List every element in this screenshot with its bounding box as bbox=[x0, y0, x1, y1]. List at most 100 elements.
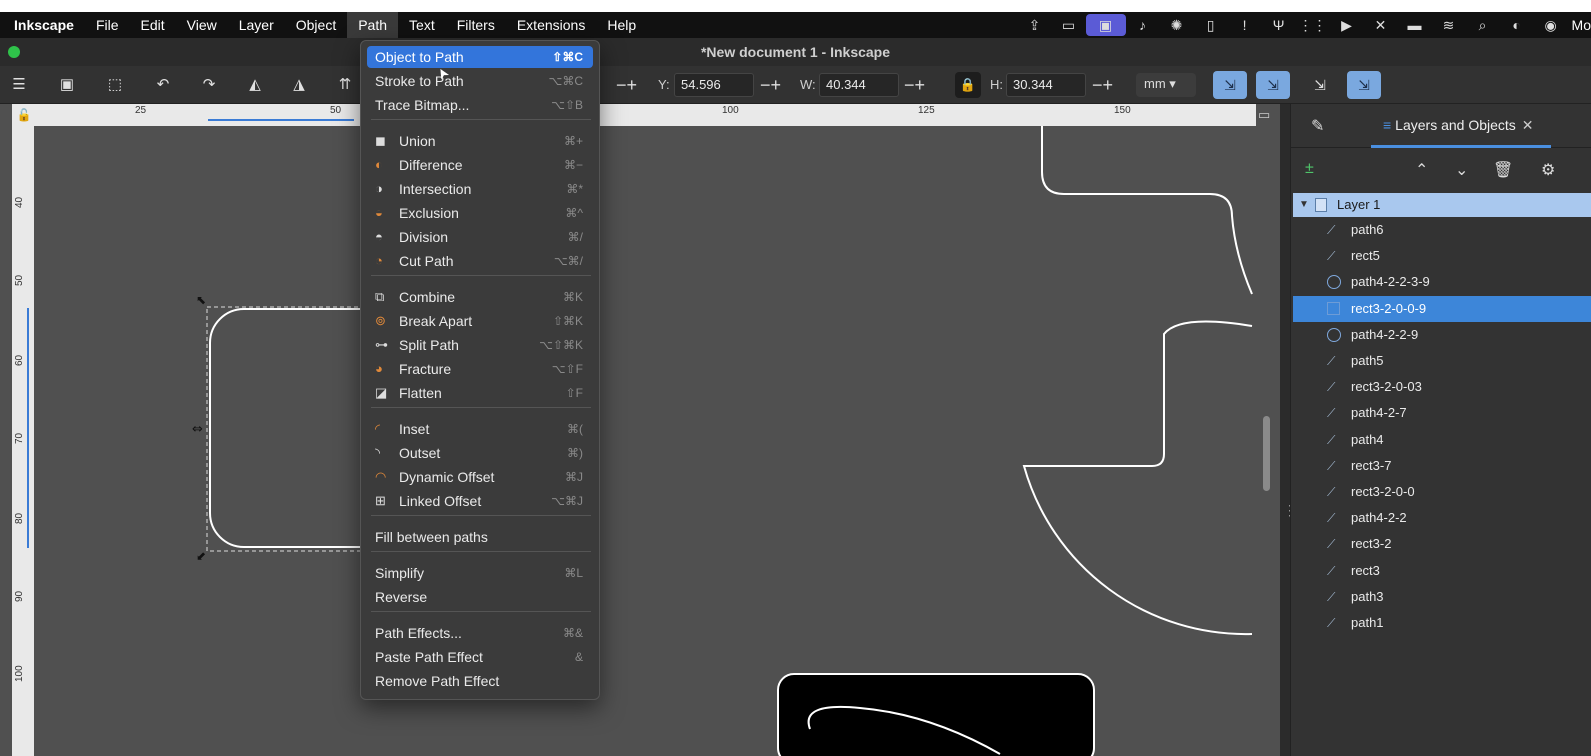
grid-icon[interactable]: ⋮⋮ bbox=[1296, 12, 1330, 38]
object-row[interactable]: path4-2-2-9 bbox=[1293, 322, 1591, 348]
flip-vertical-icon[interactable]: ◮ bbox=[288, 74, 310, 96]
unit-select[interactable]: mm ▾ bbox=[1136, 73, 1196, 97]
menu-item[interactable]: Stroke to Path ⌥⌘C bbox=[367, 70, 593, 92]
usb-icon[interactable]: Ψ bbox=[1262, 12, 1296, 38]
menu-item[interactable]: ◒ Exclusion ⌘^ bbox=[367, 202, 593, 224]
menu-item[interactable]: ◠ Dynamic Offset ⌘J bbox=[367, 466, 593, 488]
menu-item[interactable]: ◪ Flatten ⇧F bbox=[367, 382, 593, 404]
menu-help[interactable]: Help bbox=[596, 12, 647, 38]
menu-extensions[interactable]: Extensions bbox=[506, 12, 596, 38]
menu-item[interactable]: ◝ Outset ⌘) bbox=[367, 442, 593, 464]
raise-icon[interactable]: ⇈ bbox=[334, 74, 356, 96]
w-stepper[interactable]: −+ bbox=[904, 75, 925, 95]
search-icon[interactable]: ⌕ bbox=[1466, 12, 1500, 38]
menu-path[interactable]: Path bbox=[347, 12, 399, 38]
horizontal-ruler[interactable]: 25 50 100 125 150 bbox=[36, 104, 1256, 126]
menu-item[interactable]: ◜ Inset ⌘( bbox=[367, 418, 593, 440]
menu-item[interactable]: ◑ Intersection ⌘* bbox=[367, 178, 593, 200]
scrollbar-thumb[interactable] bbox=[1263, 416, 1270, 491]
alert-icon[interactable]: ! bbox=[1228, 12, 1262, 38]
menu-layer[interactable]: Layer bbox=[228, 12, 285, 38]
clipboard-icon[interactable]: ▯ bbox=[1194, 12, 1228, 38]
scale-handle-bottom-left[interactable]: ⬋ bbox=[196, 549, 206, 563]
scale-handle-top-left[interactable]: ⬉ bbox=[196, 293, 206, 307]
path5-shape[interactable] bbox=[1022, 320, 1253, 636]
vertical-ruler[interactable]: 40 50 60 70 80 90 100 bbox=[12, 126, 34, 756]
menu-item[interactable]: Fill between paths bbox=[367, 526, 593, 548]
object-row[interactable]: rect3-2-0-0-9 bbox=[1293, 295, 1591, 322]
rotate-cw-icon[interactable]: ↷ bbox=[198, 74, 220, 96]
battery-icon[interactable]: ▬ bbox=[1398, 12, 1432, 38]
h-stepper[interactable]: −+ bbox=[1092, 75, 1113, 95]
menu-file[interactable]: File bbox=[85, 12, 130, 38]
scale-corners-icon[interactable]: ⇲ bbox=[1256, 71, 1290, 99]
object-row[interactable]: ⟋ path4-2-7 bbox=[1293, 400, 1591, 426]
object-row[interactable]: ⟋ rect3 bbox=[1293, 558, 1591, 584]
delete-icon[interactable]: 🗑 bbox=[1493, 160, 1513, 180]
play-icon[interactable]: ▶ bbox=[1330, 12, 1364, 38]
chatgpt-icon[interactable]: ✺ bbox=[1160, 12, 1194, 38]
move-down-icon[interactable]: ⌄ bbox=[1455, 160, 1468, 180]
upload-icon[interactable]: ⇪ bbox=[1018, 12, 1052, 38]
menu-item[interactable]: ⧉ Combine ⌘K bbox=[367, 286, 593, 308]
settings-gear-icon[interactable]: ⚙ bbox=[1541, 160, 1555, 180]
menu-item[interactable]: ◼ Union ⌘+ bbox=[367, 130, 593, 152]
menu-edit[interactable]: Edit bbox=[130, 12, 176, 38]
scale-stroke-icon[interactable]: ⇲ bbox=[1213, 71, 1247, 99]
object-row[interactable]: path4-2-2-3-9 bbox=[1293, 269, 1591, 295]
tab-layers-and-objects[interactable]: ≡ Layers and Objects ✕ bbox=[1371, 104, 1551, 148]
object-row[interactable]: ⟋ rect3-2-0-0 bbox=[1293, 479, 1591, 505]
object-row[interactable]: ⟋ rect3-2 bbox=[1293, 531, 1591, 557]
menu-item[interactable]: ◓ Division ⌘/ bbox=[367, 226, 593, 248]
lock-ratio-icon[interactable]: 🔒 bbox=[955, 72, 981, 98]
mute-icon[interactable]: ✕ bbox=[1364, 12, 1398, 38]
screen-share-icon[interactable]: ▣ bbox=[1085, 14, 1126, 36]
fill-stroke-tab-icon[interactable]: ✎ bbox=[1311, 116, 1324, 136]
panel-splitter[interactable]: ⋮ bbox=[1280, 104, 1297, 756]
menu-item[interactable]: ◔ Cut Path ⌥⌘/ bbox=[367, 250, 593, 272]
select-all-icon[interactable]: ☰ bbox=[8, 74, 30, 96]
select-same-icon[interactable]: ▣ bbox=[56, 74, 78, 96]
expand-triangle-icon[interactable]: ▼ bbox=[1299, 193, 1309, 217]
menu-clock[interactable]: Mo bbox=[1568, 17, 1591, 33]
menu-item[interactable]: ⊶ Split Path ⌥⇧⌘K bbox=[367, 334, 593, 356]
wifi-icon[interactable]: ≋ bbox=[1432, 12, 1466, 38]
layer-row[interactable]: ▼ Layer 1 bbox=[1293, 193, 1591, 217]
control-center-icon[interactable]: ◐ bbox=[1500, 12, 1534, 38]
object-row[interactable]: ⟋ path3 bbox=[1293, 584, 1591, 610]
y-field[interactable]: 54.596 bbox=[674, 73, 754, 97]
menu-item[interactable]: Object to Path ⇧⌘C bbox=[367, 46, 593, 68]
add-layer-icon[interactable]: ± bbox=[1305, 160, 1314, 178]
object-row[interactable]: ⟋ path4 bbox=[1293, 427, 1591, 453]
menu-item[interactable]: ◐ Difference ⌘− bbox=[367, 154, 593, 176]
close-tab-icon[interactable]: ✕ bbox=[1522, 117, 1534, 133]
command-palette-icon[interactable]: ▭ bbox=[1258, 107, 1278, 123]
move-up-icon[interactable]: ⌃ bbox=[1415, 160, 1428, 180]
siri-icon[interactable]: ◉ bbox=[1534, 12, 1568, 38]
h-field[interactable]: 30.344 bbox=[1006, 73, 1086, 97]
object-row[interactable]: ⟋ path5 bbox=[1293, 348, 1591, 374]
menu-item[interactable]: Simplify ⌘L bbox=[367, 562, 593, 584]
ruler-lock-icon[interactable]: 🔓 bbox=[12, 104, 36, 126]
object-row[interactable]: ⟋ path6 bbox=[1293, 217, 1591, 243]
vertical-scrollbar[interactable] bbox=[1256, 126, 1280, 756]
move-patterns-icon[interactable]: ⇲ bbox=[1347, 71, 1381, 99]
menu-item[interactable]: Path Effects... ⌘& bbox=[367, 622, 593, 644]
object-row[interactable]: ⟋ rect5 bbox=[1293, 243, 1591, 269]
menu-item[interactable]: Remove Path Effect bbox=[367, 670, 593, 692]
object-row[interactable]: ⟋ rect3-2-0-03 bbox=[1293, 374, 1591, 400]
object-row[interactable]: ⟋ path1 bbox=[1293, 610, 1591, 636]
rect5-shape[interactable] bbox=[777, 673, 1095, 756]
menu-item[interactable]: ◕ Fracture ⌥⇧F bbox=[367, 358, 593, 380]
menu-item[interactable]: Trace Bitmap... ⌥⇧B bbox=[367, 94, 593, 116]
menu-item[interactable]: Paste Path Effect & bbox=[367, 646, 593, 668]
canvas[interactable]: ⬉ ⇔ ⬋ bbox=[0, 104, 1280, 756]
menu-text[interactable]: Text bbox=[398, 12, 446, 38]
rotate-ccw-icon[interactable]: ↶ bbox=[152, 74, 174, 96]
menu-item[interactable]: Reverse bbox=[367, 586, 593, 608]
y-minus-plus[interactable]: −+ bbox=[616, 75, 637, 95]
move-gradients-icon[interactable]: ⇲ bbox=[1303, 71, 1337, 99]
menu-object[interactable]: Object bbox=[285, 12, 347, 38]
camera-icon[interactable]: ▭ bbox=[1052, 12, 1086, 38]
microphone-icon[interactable]: ♪ bbox=[1126, 12, 1160, 38]
